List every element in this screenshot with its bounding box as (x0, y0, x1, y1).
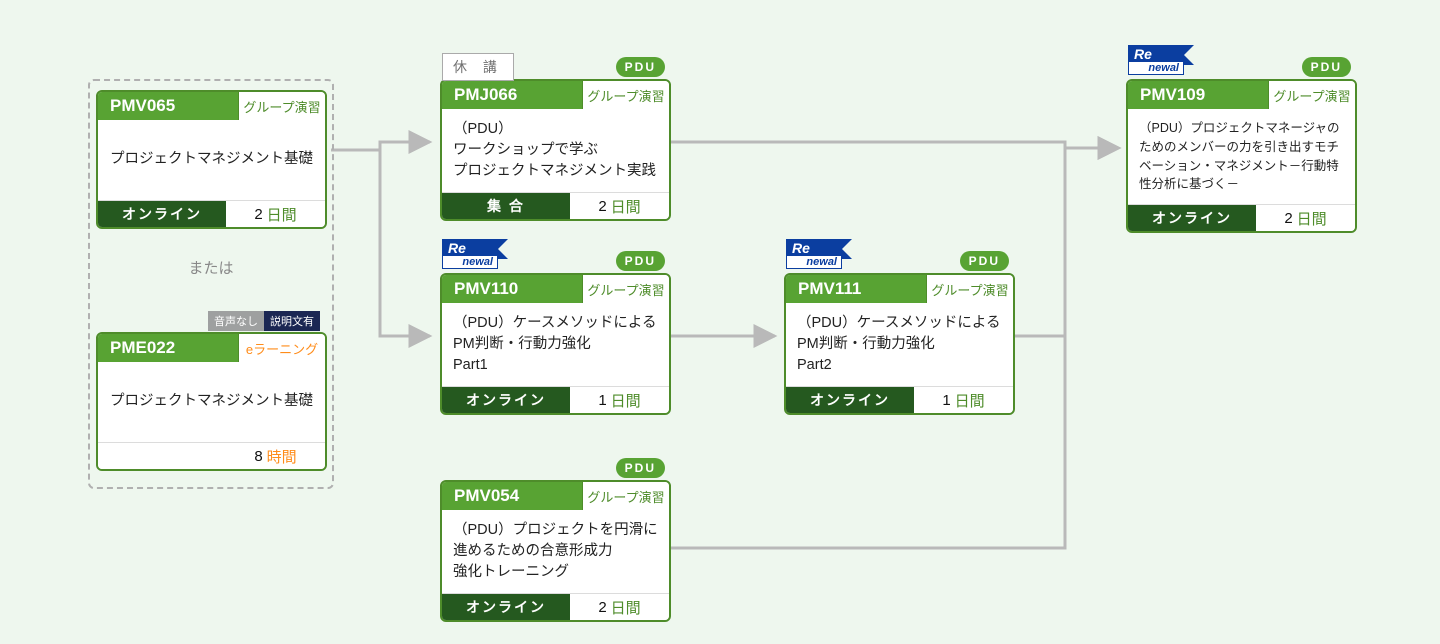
card-code: PMV109 (1128, 81, 1268, 109)
card-mode: オンライン (1128, 205, 1256, 231)
card-pmv065[interactable]: PMV065 グループ演習 プロジェクトマネジメント基礎 オンライン 2日間 (96, 90, 327, 229)
card-duration: 2日間 (570, 193, 669, 219)
card-tag: グループ演習 (582, 275, 669, 303)
card-title: （PDU）プロジェクトマネージャのためのメンバーの力を引き出すモチベーション・マ… (1128, 109, 1355, 204)
card-pmv111[interactable]: Re newal PDU PMV111 グループ演習 （PDU）ケースメソッドに… (784, 273, 1015, 415)
card-tag: グループ演習 (238, 92, 325, 120)
card-code: PME022 (98, 334, 238, 362)
card-code: PMV111 (786, 275, 926, 303)
card-duration: 2日間 (1256, 205, 1355, 231)
pdu-badge: PDU (616, 458, 665, 478)
pdu-badge: PDU (1302, 57, 1351, 77)
card-pme022[interactable]: PME022 eラーニング プロジェクトマネジメント基礎 8時間 (96, 332, 327, 471)
card-mode: オンライン (786, 387, 914, 413)
pretags-pme022: 音声なし 説明文有 (208, 311, 320, 331)
card-pmj066[interactable]: 休 講 PDU PMJ066 グループ演習 （PDU） ワークショップで学ぶ プ… (440, 79, 671, 221)
card-tag: グループ演習 (1268, 81, 1355, 109)
card-duration: 2日間 (570, 594, 669, 620)
card-title: （PDU）ケースメソッドによる PM判断・行動力強化 Part1 (442, 303, 669, 386)
card-duration: 1日間 (570, 387, 669, 413)
renewal-badge: Re newal (1128, 45, 1184, 75)
card-title: （PDU）ケースメソッドによる PM判断・行動力強化 Part2 (786, 303, 1013, 386)
card-title: プロジェクトマネジメント基礎 (98, 362, 325, 442)
card-code: PMV054 (442, 482, 582, 510)
card-mode: オンライン (442, 387, 570, 413)
card-duration: 8時間 (226, 443, 325, 469)
pdu-badge: PDU (960, 251, 1009, 271)
card-pmv110[interactable]: Re newal PDU PMV110 グループ演習 （PDU）ケースメソッドに… (440, 273, 671, 415)
card-title: プロジェクトマネジメント基礎 (98, 120, 325, 200)
card-title: （PDU）プロジェクトを円滑に 進めるための合意形成力 強化トレーニング (442, 510, 669, 593)
card-title: （PDU） ワークショップで学ぶ プロジェクトマネジメント実践 (442, 109, 669, 192)
suspended-badge: 休 講 (442, 53, 514, 81)
card-pmv054[interactable]: PDU PMV054 グループ演習 （PDU）プロジェクトを円滑に 進めるための… (440, 480, 671, 622)
card-tag: グループ演習 (926, 275, 1013, 303)
card-tag: グループ演習 (582, 482, 669, 510)
card-pmv109[interactable]: Re newal PDU PMV109 グループ演習 （PDU）プロジェクトマネ… (1126, 79, 1357, 233)
card-duration: 2日間 (226, 201, 325, 227)
pdu-badge: PDU (616, 251, 665, 271)
card-code: PMV065 (98, 92, 238, 120)
pdu-badge: PDU (616, 57, 665, 77)
card-mode: オンライン (98, 201, 226, 227)
card-mode: オンライン (442, 594, 570, 620)
card-code: PMJ066 (442, 81, 582, 109)
card-mode-empty (98, 443, 226, 469)
renewal-badge: Re newal (786, 239, 842, 269)
card-tag: eラーニング (238, 334, 325, 362)
card-duration: 1日間 (914, 387, 1013, 413)
pretag-noaudio: 音声なし (208, 311, 264, 331)
card-code: PMV110 (442, 275, 582, 303)
card-mode: 集 合 (442, 193, 570, 219)
pretag-hasdesc: 説明文有 (264, 311, 320, 331)
card-tag: グループ演習 (582, 81, 669, 109)
renewal-badge: Re newal (442, 239, 498, 269)
or-label: または (90, 257, 332, 278)
